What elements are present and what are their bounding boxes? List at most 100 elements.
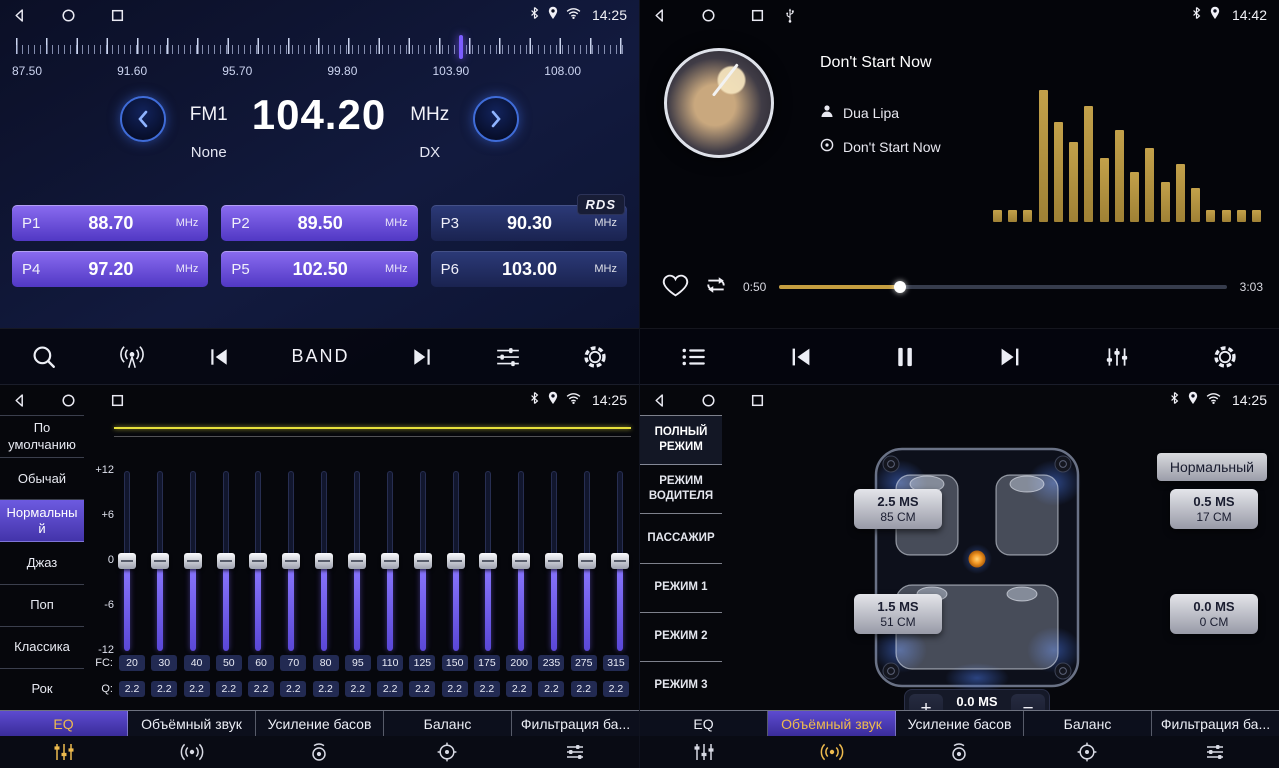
- eq-preset-item[interactable]: Поп: [0, 585, 84, 627]
- delay-rear-right-button[interactable]: 0.0 MS 0 CM: [1170, 594, 1258, 634]
- slider-knob[interactable]: [217, 553, 235, 569]
- eq-tab-2[interactable]: Объёмный звук: [128, 711, 256, 736]
- delay-front-right-button[interactable]: 0.5 MS 17 CM: [1170, 489, 1258, 529]
- eq-preset-item[interactable]: Джаз: [0, 542, 84, 584]
- eq-band-slider[interactable]: [184, 471, 202, 651]
- eq-band-slider[interactable]: [381, 471, 399, 651]
- eq-band-slider[interactable]: [578, 471, 596, 651]
- settings-gear-button[interactable]: [582, 344, 608, 370]
- recents-button[interactable]: [110, 8, 125, 23]
- balance-icon[interactable]: [1023, 736, 1151, 768]
- eq-preset-item[interactable]: По умолчанию: [0, 416, 84, 458]
- radio-preset-p2[interactable]: P289.50MHz: [221, 205, 417, 241]
- home-button[interactable]: [61, 8, 76, 23]
- previous-station-button[interactable]: [208, 347, 230, 367]
- slider-knob[interactable]: [184, 553, 202, 569]
- eq-tab-3[interactable]: Усиление басов: [256, 711, 384, 736]
- soundfield-tab-1[interactable]: EQ: [640, 711, 768, 736]
- home-button[interactable]: [61, 393, 76, 408]
- home-button[interactable]: [701, 393, 716, 408]
- soundfield-tab-3[interactable]: Усиление басов: [896, 711, 1024, 736]
- eq-band-slider[interactable]: [249, 471, 267, 651]
- eq-tab-4[interactable]: Баланс: [384, 711, 512, 736]
- seek-bar[interactable]: [779, 285, 1226, 289]
- slider-knob[interactable]: [578, 553, 596, 569]
- eq-band-slider[interactable]: [118, 471, 136, 651]
- tune-down-button[interactable]: [120, 96, 166, 142]
- slider-knob[interactable]: [348, 553, 366, 569]
- sound-mode-item[interactable]: РЕЖИМ ВОДИТЕЛЯ: [640, 465, 722, 514]
- equalizer-icon[interactable]: [640, 736, 768, 768]
- radio-preset-p1[interactable]: P188.70MHz: [12, 205, 208, 241]
- back-button[interactable]: [652, 393, 667, 408]
- eq-preset-item[interactable]: Обычай: [0, 458, 84, 500]
- surround-sound-icon[interactable]: [768, 736, 896, 768]
- eq-preset-item[interactable]: Рок: [0, 669, 84, 711]
- eq-band-slider[interactable]: [315, 471, 333, 651]
- slider-knob[interactable]: [118, 553, 136, 569]
- back-button[interactable]: [12, 8, 27, 23]
- filter-icon[interactable]: [511, 736, 639, 768]
- soundfield-tab-4[interactable]: Баланс: [1024, 711, 1152, 736]
- eq-mixer-button[interactable]: [495, 346, 521, 368]
- eq-tab-5[interactable]: Фильтрация ба...: [512, 711, 639, 736]
- eq-tab-1[interactable]: EQ: [0, 711, 128, 736]
- playlist-button[interactable]: [681, 347, 707, 367]
- eq-band-slider[interactable]: [512, 471, 530, 651]
- pause-button[interactable]: [895, 346, 915, 368]
- slider-knob[interactable]: [447, 553, 465, 569]
- surround-sound-icon[interactable]: [128, 736, 256, 768]
- band-button[interactable]: BAND: [291, 346, 349, 367]
- slider-knob[interactable]: [381, 553, 399, 569]
- eq-band-slider[interactable]: [479, 471, 497, 651]
- eq-band-slider[interactable]: [217, 471, 235, 651]
- radio-preset-p5[interactable]: P5102.50MHz: [221, 251, 417, 287]
- eq-preset-item[interactable]: Нормальный: [0, 500, 84, 542]
- recents-button[interactable]: [750, 8, 765, 23]
- sound-mode-item[interactable]: РЕЖИМ 1: [640, 564, 722, 613]
- slider-knob[interactable]: [151, 553, 169, 569]
- filter-icon[interactable]: [1151, 736, 1279, 768]
- bass-boost-icon[interactable]: [896, 736, 1024, 768]
- slider-knob[interactable]: [611, 553, 629, 569]
- back-button[interactable]: [652, 8, 667, 23]
- radio-preset-p6[interactable]: P6103.00MHz: [431, 251, 627, 287]
- favorite-heart-button[interactable]: [662, 273, 689, 302]
- slider-knob[interactable]: [249, 553, 267, 569]
- seek-bar-knob[interactable]: [894, 281, 906, 293]
- delay-rear-left-button[interactable]: 1.5 MS 51 CM: [854, 594, 942, 634]
- frequency-ruler[interactable]: [16, 38, 623, 62]
- eq-band-slider[interactable]: [282, 471, 300, 651]
- sound-mode-item[interactable]: РЕЖИМ 3: [640, 662, 722, 711]
- tuning-indicator[interactable]: [459, 35, 463, 59]
- bass-boost-icon[interactable]: [256, 736, 384, 768]
- radio-preset-p4[interactable]: P497.20MHz: [12, 251, 208, 287]
- slider-knob[interactable]: [545, 553, 563, 569]
- home-button[interactable]: [701, 8, 716, 23]
- slider-knob[interactable]: [315, 553, 333, 569]
- sound-mode-item[interactable]: РЕЖИМ 2: [640, 613, 722, 662]
- balance-icon[interactable]: [383, 736, 511, 768]
- eq-band-slider[interactable]: [545, 471, 563, 651]
- recents-button[interactable]: [750, 393, 765, 408]
- eq-band-slider[interactable]: [447, 471, 465, 651]
- soundfield-tab-2[interactable]: Объёмный звук: [768, 711, 896, 736]
- slider-knob[interactable]: [479, 553, 497, 569]
- sound-mode-item[interactable]: ПОЛНЫЙ РЕЖИМ: [640, 416, 722, 465]
- eq-mixer-button[interactable]: [1104, 345, 1130, 369]
- eq-band-slider[interactable]: [151, 471, 169, 651]
- settings-gear-button[interactable]: [1212, 344, 1238, 370]
- next-track-button[interactable]: [998, 346, 1022, 368]
- eq-band-slider[interactable]: [414, 471, 432, 651]
- eq-band-slider[interactable]: [611, 471, 629, 651]
- slider-knob[interactable]: [282, 553, 300, 569]
- equalizer-icon[interactable]: [0, 736, 128, 768]
- sound-mode-item[interactable]: ПАССАЖИР: [640, 514, 722, 563]
- delay-front-left-button[interactable]: 2.5 MS 85 CM: [854, 489, 942, 529]
- previous-track-button[interactable]: [789, 346, 813, 368]
- tune-up-button[interactable]: [473, 96, 519, 142]
- slider-knob[interactable]: [414, 553, 432, 569]
- back-button[interactable]: [12, 393, 27, 408]
- next-station-button[interactable]: [411, 347, 433, 367]
- scan-search-button[interactable]: [31, 344, 57, 370]
